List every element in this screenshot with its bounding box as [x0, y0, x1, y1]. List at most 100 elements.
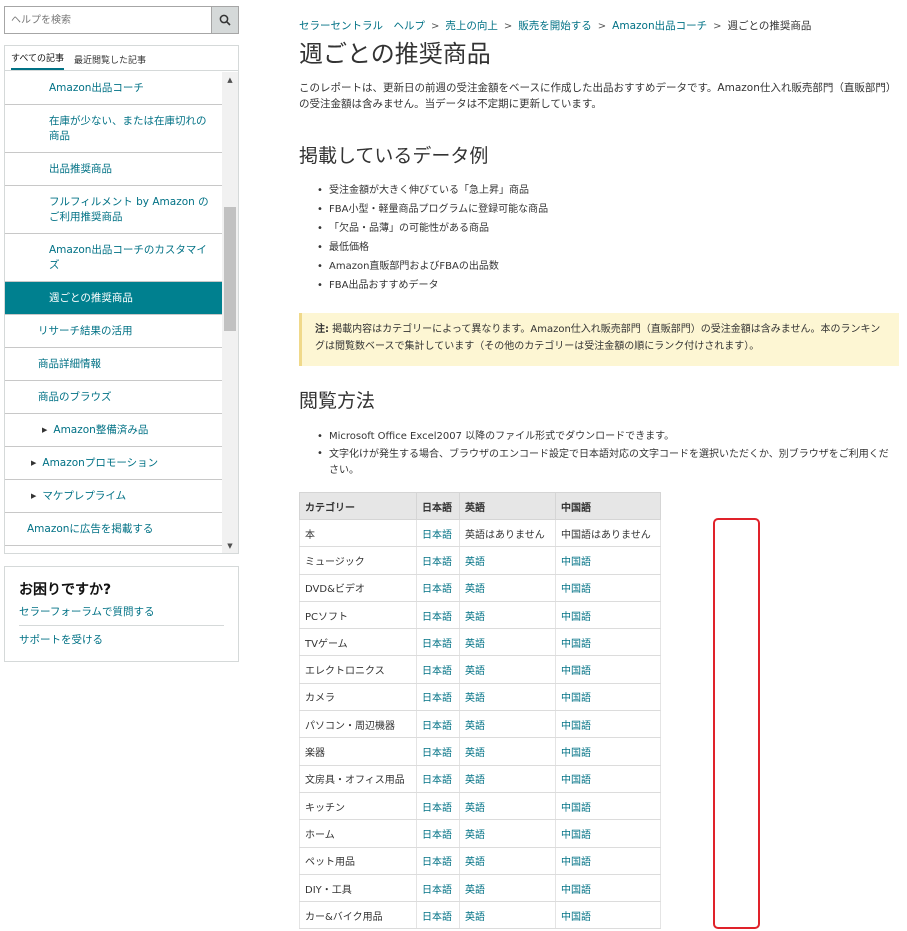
- sidebar-item-product-details[interactable]: 商品詳細情報: [5, 348, 223, 381]
- english-download-link[interactable]: 英語: [465, 693, 485, 704]
- japanese-download-link[interactable]: 日本語: [422, 666, 452, 677]
- english-download-link[interactable]: 英語: [465, 584, 485, 595]
- chinese-download-link[interactable]: 中国語: [561, 748, 591, 759]
- japanese-download-link[interactable]: 日本語: [422, 530, 452, 541]
- category-cell: 本: [299, 519, 417, 548]
- data-examples-list: 受注金額が大きく伸びている「急上昇」商品 FBA小型・軽量商品プログラムに登録可…: [317, 181, 548, 295]
- japanese-download-link[interactable]: 日本語: [422, 584, 452, 595]
- scroll-down-icon[interactable]: ▼: [222, 538, 238, 553]
- japanese-download-link[interactable]: 日本語: [422, 830, 452, 841]
- english-download-link[interactable]: 英語: [465, 557, 485, 568]
- scrollbar-thumb[interactable]: [224, 207, 236, 331]
- nav-scrollbar[interactable]: ▲ ▼: [222, 72, 238, 553]
- table-row: キッチン 日本語 英語 中国語: [299, 792, 661, 821]
- support-link[interactable]: サポートを受ける: [19, 630, 224, 653]
- chinese-download-link[interactable]: 中国語: [561, 557, 591, 568]
- chinese-download-link[interactable]: 中国語: [561, 693, 591, 704]
- sidebar-item-weekly-recommendations[interactable]: 週ごとの推奨商品: [5, 282, 223, 315]
- english-cell: 英語: [459, 819, 556, 848]
- sidebar-item-seller-prime[interactable]: ▶ マケプレプライム: [5, 480, 223, 513]
- japanese-download-link[interactable]: 日本語: [422, 885, 452, 896]
- category-cell: 楽器: [299, 737, 417, 766]
- english-download-link[interactable]: 英語: [465, 912, 485, 923]
- forum-link[interactable]: セラーフォーラムで質問する: [19, 602, 224, 626]
- sidebar-item-coach-customize[interactable]: Amazon出品コーチのカスタマイズ: [5, 234, 223, 282]
- english-download-link[interactable]: 英語: [465, 885, 485, 896]
- japanese-download-link[interactable]: 日本語: [422, 721, 452, 732]
- japanese-cell: 日本語: [416, 628, 460, 657]
- japanese-download-link[interactable]: 日本語: [422, 639, 452, 650]
- chinese-download-link[interactable]: 中国語: [561, 857, 591, 868]
- search-button[interactable]: [211, 6, 239, 34]
- english-download-link[interactable]: 英語: [465, 830, 485, 841]
- sidebar-item-label: マケプレプライム: [42, 489, 127, 502]
- english-download-link[interactable]: 英語: [465, 612, 485, 623]
- category-cell: ペット用品: [299, 847, 417, 875]
- chinese-download-link[interactable]: 中国語: [561, 775, 591, 786]
- japanese-download-link[interactable]: 日本語: [422, 803, 452, 814]
- sidebar-item-label: Amazonプロモーション: [42, 456, 159, 469]
- sidebar-item-seller-coach[interactable]: Amazon出品コーチ: [5, 72, 223, 105]
- search-icon: [219, 14, 231, 26]
- table-row: 本日本語 英語はありません 中国語はありません: [299, 519, 661, 548]
- english-download-link[interactable]: 英語: [465, 803, 485, 814]
- chinese-download-link[interactable]: 中国語: [561, 885, 591, 896]
- chinese-download-link[interactable]: 中国語: [561, 666, 591, 677]
- chinese-cell: 中国語はありません: [555, 519, 661, 548]
- japanese-download-link[interactable]: 日本語: [422, 612, 452, 623]
- tab-recent-articles[interactable]: 最近閲覧した記事: [74, 53, 146, 70]
- search-input[interactable]: [4, 6, 211, 34]
- sidebar-item-research-results[interactable]: リサーチ結果の活用: [5, 315, 223, 348]
- japanese-download-link[interactable]: 日本語: [422, 857, 452, 868]
- note-label: 注:: [315, 324, 329, 335]
- english-download-link[interactable]: 英語: [465, 748, 485, 759]
- table-row: ホーム 日本語 英語 中国語: [299, 819, 661, 848]
- japanese-download-link[interactable]: 日本語: [422, 775, 452, 786]
- japanese-download-link[interactable]: 日本語: [422, 912, 452, 923]
- japanese-download-link[interactable]: 日本語: [422, 693, 452, 704]
- chinese-download-link[interactable]: 中国語: [561, 612, 591, 623]
- chinese-cell: 中国語: [555, 737, 661, 766]
- sidebar-item-low-stock[interactable]: 在庫が少ない、または在庫切れの商品: [5, 105, 223, 153]
- chinese-download-link[interactable]: 中国語: [561, 721, 591, 732]
- category-cell: カー&バイク用品: [299, 901, 417, 930]
- english-cell: 英語: [459, 901, 556, 930]
- help-box: お困りですか? セラーフォーラムで質問する サポートを受ける: [4, 566, 239, 662]
- english-cell: 英語: [459, 765, 556, 793]
- sidebar-item-renewed[interactable]: ▶ Amazon整備済み品: [5, 414, 223, 447]
- category-cell: ミュージック: [299, 546, 417, 575]
- chinese-cell: 中国語: [555, 792, 661, 821]
- chinese-download-link[interactable]: 中国語: [561, 639, 591, 650]
- english-download-link[interactable]: 英語: [465, 639, 485, 650]
- english-download-link[interactable]: 英語: [465, 857, 485, 868]
- sidebar-item-promotions[interactable]: ▶ Amazonプロモーション: [5, 447, 223, 480]
- category-cell: カメラ: [299, 683, 417, 712]
- chinese-download-link[interactable]: 中国語: [561, 912, 591, 923]
- sidebar-item-browse-products[interactable]: 商品のブラウズ: [5, 381, 223, 414]
- sidebar-item-advertising[interactable]: Amazonに広告を掲載する: [5, 513, 223, 546]
- caret-right-icon: ▶: [31, 491, 37, 500]
- japanese-download-link[interactable]: 日本語: [422, 748, 452, 759]
- scroll-up-icon[interactable]: ▲: [222, 72, 238, 88]
- list-item: Microsoft Office Excel2007 以降のファイル形式でダウン…: [317, 427, 897, 446]
- japanese-download-link[interactable]: 日本語: [422, 557, 452, 568]
- sidebar-item-fba-recommendations[interactable]: フルフィルメント by Amazon のご利用推奨商品: [5, 186, 223, 234]
- chinese-download-link[interactable]: 中国語: [561, 584, 591, 595]
- caret-right-icon: ▶: [42, 425, 48, 434]
- breadcrumb-link[interactable]: セラーセントラル ヘルプ: [299, 20, 425, 32]
- breadcrumb-link[interactable]: 売上の向上: [445, 20, 498, 32]
- english-download-link[interactable]: 英語: [465, 721, 485, 732]
- tab-all-articles[interactable]: すべての記事: [11, 51, 65, 70]
- japanese-cell: 日本語: [416, 737, 460, 766]
- chinese-download-link[interactable]: 中国語: [561, 803, 591, 814]
- list-item: FBA出品おすすめデータ: [317, 276, 548, 295]
- english-download-link[interactable]: 英語: [465, 666, 485, 677]
- category-cell: DIY・工具: [299, 874, 417, 903]
- sidebar-item-recommended-listings[interactable]: 出品推奨商品: [5, 153, 223, 186]
- breadcrumb-link[interactable]: 販売を開始する: [518, 20, 592, 32]
- table-row: エレクトロニクス 日本語 英語 中国語: [299, 655, 661, 684]
- chinese-cell: 中国語: [555, 847, 661, 875]
- breadcrumb-link[interactable]: Amazon出品コーチ: [612, 20, 707, 32]
- english-download-link[interactable]: 英語: [465, 775, 485, 786]
- chinese-download-link[interactable]: 中国語: [561, 830, 591, 841]
